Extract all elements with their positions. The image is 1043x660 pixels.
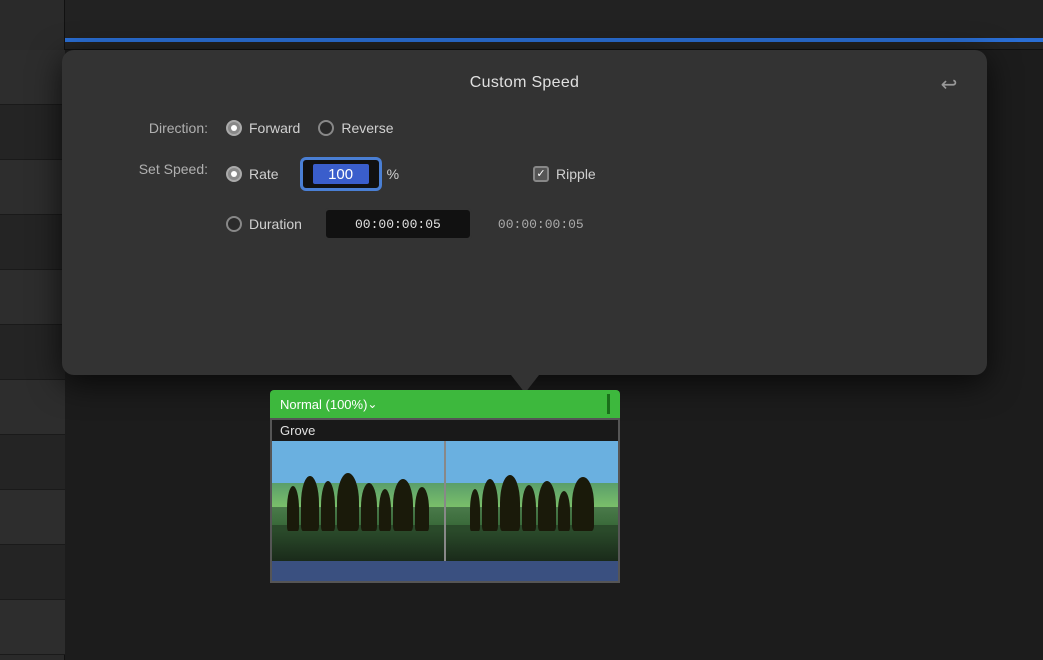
trees-right <box>446 471 618 531</box>
track-labels <box>0 50 65 655</box>
clip-title-bar: Grove <box>272 420 618 441</box>
tree-r1 <box>470 489 480 531</box>
tree-5 <box>361 483 377 531</box>
rate-input-wrapper: 100 % <box>301 158 399 190</box>
clip-speed-text: Normal (100%) <box>280 397 367 412</box>
track-label-10 <box>0 545 65 600</box>
direction-label: Direction: <box>98 120 208 136</box>
clip-bottom-bar <box>272 561 618 581</box>
duration-value: 00:00:00:05 <box>355 217 441 232</box>
tree-r6 <box>558 491 570 531</box>
rate-radio[interactable] <box>226 166 242 182</box>
duration-option[interactable]: Duration <box>226 216 302 232</box>
tree-3 <box>321 481 335 531</box>
panel-title: Custom Speed <box>98 74 951 92</box>
tree-r5 <box>538 481 556 531</box>
track-label-1 <box>0 50 65 105</box>
duration-display: 00:00:00:05 <box>498 217 584 232</box>
track-label-6 <box>0 325 65 380</box>
clip-title: Grove <box>280 423 315 438</box>
rate-row: Rate 100 % ✓ Ripple <box>226 158 596 190</box>
custom-speed-panel: Custom Speed ↩ Direction: Forward Revers… <box>62 50 987 375</box>
track-label-9 <box>0 490 65 545</box>
clip-speed-line <box>607 394 610 414</box>
reverse-label: Reverse <box>341 120 393 136</box>
timeline-top-bar <box>0 0 1043 50</box>
track-label-2 <box>0 105 65 160</box>
track-label-5 <box>0 270 65 325</box>
tree-7 <box>393 479 413 531</box>
rate-value: 100 <box>328 166 353 183</box>
forward-label: Forward <box>249 120 300 136</box>
rate-input-container[interactable]: 100 <box>301 158 381 190</box>
clip-dropdown-icon[interactable]: ⌄ <box>367 397 377 411</box>
track-label-4 <box>0 215 65 270</box>
trees-left <box>272 471 444 531</box>
tree-2 <box>301 476 319 531</box>
tree-4 <box>337 473 359 531</box>
percent-sign: % <box>387 166 399 182</box>
close-icon: ↩ <box>941 72 958 97</box>
close-button[interactable]: ↩ <box>935 70 963 98</box>
tree-1 <box>287 486 299 531</box>
speed-options: Rate 100 % ✓ Ripple <box>226 158 596 240</box>
direction-row: Direction: Forward Reverse <box>98 120 951 136</box>
checkmark-icon: ✓ <box>536 169 545 180</box>
duration-label: Duration <box>249 216 302 232</box>
track-label-7 <box>0 380 65 435</box>
timeline-blue-bar <box>0 38 1043 42</box>
reverse-radio[interactable] <box>318 120 334 136</box>
video-clip-container[interactable]: Normal (100%) ⌄ Grove <box>270 390 620 583</box>
tree-r7 <box>572 477 594 531</box>
direction-radio-group: Forward Reverse <box>226 120 394 136</box>
tree-r3 <box>500 475 520 531</box>
forward-option[interactable]: Forward <box>226 120 300 136</box>
clip-speed-bar: Normal (100%) ⌄ <box>270 390 620 418</box>
ripple-checkbox-group[interactable]: ✓ Ripple <box>533 166 596 182</box>
set-speed-label: Set Speed: <box>98 158 208 177</box>
duration-row: Duration 00:00:00:05 00:00:00:05 <box>226 208 596 240</box>
tree-r4 <box>522 485 536 531</box>
clip-body: Grove <box>270 418 620 583</box>
tree-r2 <box>482 479 498 531</box>
duration-radio[interactable] <box>226 216 242 232</box>
ripple-checkbox[interactable]: ✓ <box>533 166 549 182</box>
duration-input[interactable]: 00:00:00:05 <box>324 208 472 240</box>
rate-label: Rate <box>249 166 279 182</box>
clip-thumbnail-left <box>272 441 444 561</box>
track-label-11 <box>0 600 65 655</box>
reverse-option[interactable]: Reverse <box>318 120 393 136</box>
set-speed-section: Set Speed: Rate 100 % <box>98 158 951 240</box>
clip-thumbnail-right <box>446 441 618 561</box>
clip-images <box>272 441 618 561</box>
track-label-8 <box>0 435 65 490</box>
rate-option[interactable]: Rate <box>226 166 279 182</box>
track-label-3 <box>0 160 65 215</box>
tree-8 <box>415 487 429 531</box>
forward-radio[interactable] <box>226 120 242 136</box>
ripple-label: Ripple <box>556 166 596 182</box>
tree-6 <box>379 489 391 531</box>
